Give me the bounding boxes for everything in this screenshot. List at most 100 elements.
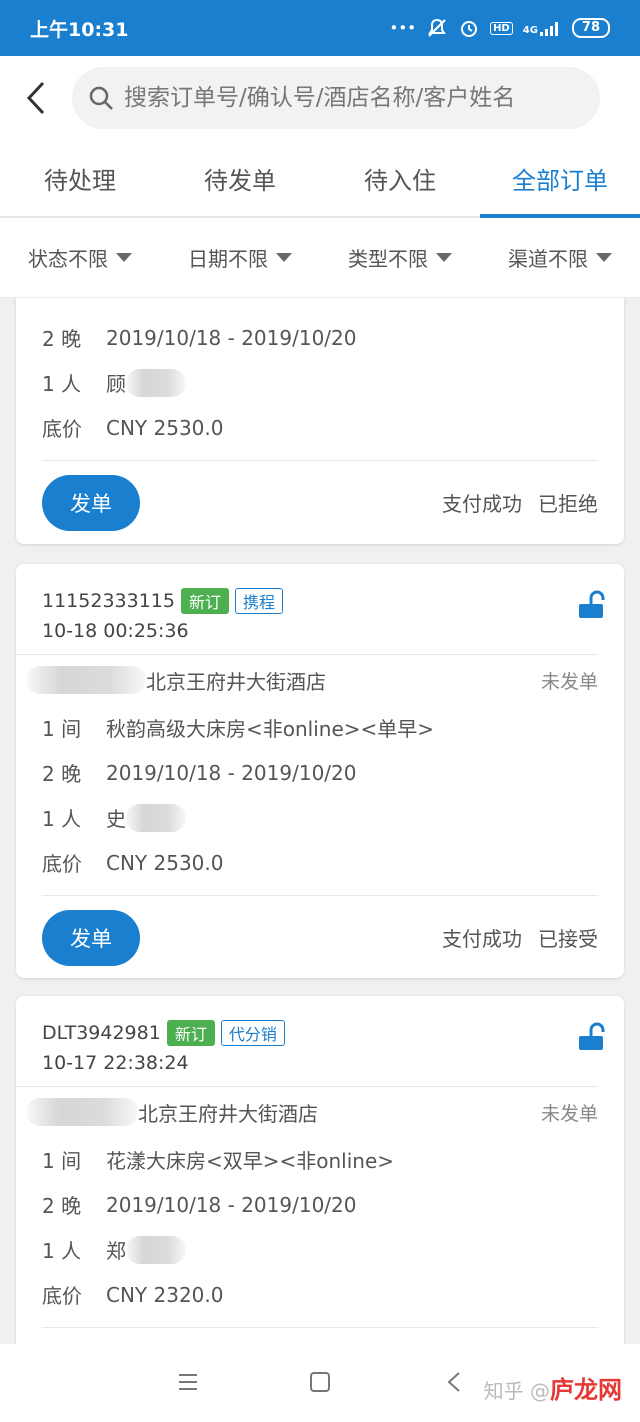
dispatch-status: 未发单 bbox=[540, 670, 598, 693]
nights-row: 2 晚 2019/10/18 - 2019/10/20 bbox=[16, 750, 624, 795]
nights-row: 2 晚 2019/10/18 - 2019/10/20 bbox=[16, 1182, 624, 1227]
caret-down-icon bbox=[116, 253, 132, 262]
people-label: 1 人 bbox=[42, 807, 82, 831]
hd-badge: HD bbox=[490, 21, 513, 35]
stay-dates: 2019/10/18 - 2019/10/20 bbox=[106, 1192, 357, 1217]
filter-status-label: 状态不限 bbox=[28, 247, 108, 271]
order-list[interactable]: 2 晚 2019/10/18 - 2019/10/20 1 人顾 底价 CNY 25… bbox=[0, 298, 640, 1344]
status-icons: ••• HD 4G 78 bbox=[390, 17, 610, 39]
guest-name: 郑 bbox=[106, 1239, 126, 1263]
guest-row: 1 人顾 bbox=[16, 360, 624, 405]
channel-badge: 携程 bbox=[235, 588, 284, 614]
header bbox=[0, 56, 640, 140]
unlock-icon[interactable] bbox=[576, 590, 606, 620]
filter-channel[interactable]: 渠道不限 bbox=[480, 218, 640, 297]
privacy-blur bbox=[126, 803, 186, 832]
order-time: 10-17 22:38:24 bbox=[42, 1052, 189, 1074]
base-price: CNY 2320.0 bbox=[106, 1282, 224, 1307]
nights-row: 2 晚 2019/10/18 - 2019/10/20 bbox=[16, 315, 624, 360]
card-header: 11152333115 新订 携程 10-18 00:25:36 bbox=[16, 564, 605, 655]
guest-row: 1 人史 bbox=[16, 795, 624, 840]
tab-to-dispatch[interactable]: 待发单 bbox=[160, 140, 320, 216]
price-label: 底价 bbox=[42, 852, 82, 876]
order-status: 支付成功 已接受 bbox=[442, 923, 598, 952]
filter-date[interactable]: 日期不限 bbox=[160, 218, 320, 297]
tab-to-checkin[interactable]: 待入住 bbox=[320, 140, 480, 216]
payment-status: 支付成功 bbox=[442, 492, 522, 516]
send-order-button[interactable]: 发单 bbox=[42, 909, 140, 966]
room-type: 秋韵高级大床房<非online><单早> bbox=[106, 717, 435, 741]
filter-type-label: 类型不限 bbox=[348, 247, 428, 271]
watermark-site: 庐龙网 bbox=[550, 1376, 622, 1404]
search-icon bbox=[89, 86, 113, 110]
filter-status[interactable]: 状态不限 bbox=[0, 218, 160, 297]
alarm-icon bbox=[461, 21, 478, 37]
signal-icon: 4G bbox=[523, 20, 562, 36]
price-label: 底价 bbox=[42, 1284, 82, 1308]
room-row: 1 间秋韵高级大床房<非online><单早> bbox=[16, 705, 624, 750]
room-type: 花漾大床房<双早><非online> bbox=[106, 1149, 395, 1173]
price-row: 底价 CNY 2320.0 bbox=[16, 1272, 624, 1317]
nights-label: 2 晚 bbox=[42, 327, 82, 351]
payment-status: 支付成功 bbox=[442, 927, 522, 951]
unlock-icon[interactable] bbox=[576, 1022, 606, 1052]
filter-type[interactable]: 类型不限 bbox=[320, 218, 480, 297]
caret-down-icon bbox=[596, 253, 612, 262]
more-dots-icon: ••• bbox=[389, 19, 417, 37]
watermark-prefix: 知乎 @ bbox=[483, 1379, 550, 1403]
order-time: 10-18 00:25:36 bbox=[42, 620, 189, 642]
stay-dates: 2019/10/18 - 2019/10/20 bbox=[106, 325, 357, 350]
accept-status: 已接受 bbox=[538, 927, 598, 951]
order-card[interactable]: 2 晚 2019/10/18 - 2019/10/20 1 人顾 底价 CNY 25… bbox=[16, 298, 624, 544]
watermark: 知乎 @庐龙网 bbox=[484, 1370, 622, 1405]
privacy-blur bbox=[126, 1235, 186, 1264]
accept-status: 已拒绝 bbox=[538, 492, 598, 516]
caret-down-icon bbox=[436, 253, 452, 262]
hotel-name: 北京王府井大街酒店 bbox=[138, 1101, 318, 1126]
people-label: 1 人 bbox=[42, 1239, 82, 1263]
order-number: DLT3942981 bbox=[42, 1022, 161, 1044]
card-footer bbox=[42, 1327, 598, 1344]
chevron-left-icon bbox=[26, 81, 45, 115]
stay-dates: 2019/10/18 - 2019/10/20 bbox=[106, 760, 357, 785]
base-price: CNY 2530.0 bbox=[106, 850, 224, 875]
search-box[interactable] bbox=[72, 67, 600, 129]
network-type: 4G bbox=[522, 25, 538, 36]
filter-bar: 状态不限 日期不限 类型不限 渠道不限 bbox=[0, 218, 640, 298]
dispatch-status: 未发单 bbox=[540, 1102, 598, 1125]
filter-channel-label: 渠道不限 bbox=[508, 247, 588, 271]
order-card[interactable]: 11152333115 新订 携程 10-18 00:25:36 北京王府井大街… bbox=[16, 564, 624, 978]
hotel-name: 北京王府井大街酒店 bbox=[146, 669, 326, 694]
new-order-badge: 新订 bbox=[180, 588, 229, 614]
channel-badge: 代分销 bbox=[220, 1020, 285, 1046]
tab-all-orders[interactable]: 全部订单 bbox=[480, 140, 640, 218]
privacy-blur bbox=[26, 1098, 138, 1126]
guest-name: 顾 bbox=[106, 372, 126, 396]
status-bar: 上午10:31 ••• HD 4G 78 bbox=[0, 0, 640, 56]
hotel-row: 北京王府井大街酒店 未发单 bbox=[16, 655, 624, 705]
search-input[interactable] bbox=[124, 85, 584, 111]
status-time: 上午10:31 bbox=[30, 18, 129, 41]
guest-name: 史 bbox=[106, 807, 126, 831]
caret-down-icon bbox=[276, 253, 292, 262]
base-price: CNY 2530.0 bbox=[106, 415, 224, 440]
card-footer: 发单 支付成功 已接受 bbox=[42, 895, 598, 979]
back-triangle-icon[interactable] bbox=[444, 1370, 464, 1394]
back-button[interactable] bbox=[0, 56, 72, 140]
nights-label: 2 晚 bbox=[42, 1194, 82, 1218]
room-row: 1 间花漾大床房<双早><非online> bbox=[16, 1137, 624, 1182]
tab-pending[interactable]: 待处理 bbox=[0, 140, 160, 216]
home-square-icon[interactable] bbox=[308, 1370, 332, 1394]
card-header: DLT3942981 新订 代分销 10-17 22:38:24 bbox=[16, 996, 605, 1087]
order-tabs: 待处理 待发单 待入住 全部订单 bbox=[0, 140, 640, 218]
send-order-button[interactable]: 发单 bbox=[42, 474, 140, 531]
menu-icon[interactable] bbox=[176, 1370, 200, 1394]
order-status: 支付成功 已拒绝 bbox=[442, 488, 598, 517]
price-row: 底价 CNY 2530.0 bbox=[16, 840, 624, 885]
nights-label: 2 晚 bbox=[42, 762, 82, 786]
privacy-blur bbox=[126, 368, 186, 397]
filter-date-label: 日期不限 bbox=[188, 247, 268, 271]
order-card[interactable]: DLT3942981 新订 代分销 10-17 22:38:24 北京王府井大街… bbox=[16, 996, 624, 1344]
hotel-row: 北京王府井大街酒店 未发单 bbox=[16, 1087, 624, 1137]
price-row: 底价 CNY 2530.0 bbox=[16, 405, 624, 450]
